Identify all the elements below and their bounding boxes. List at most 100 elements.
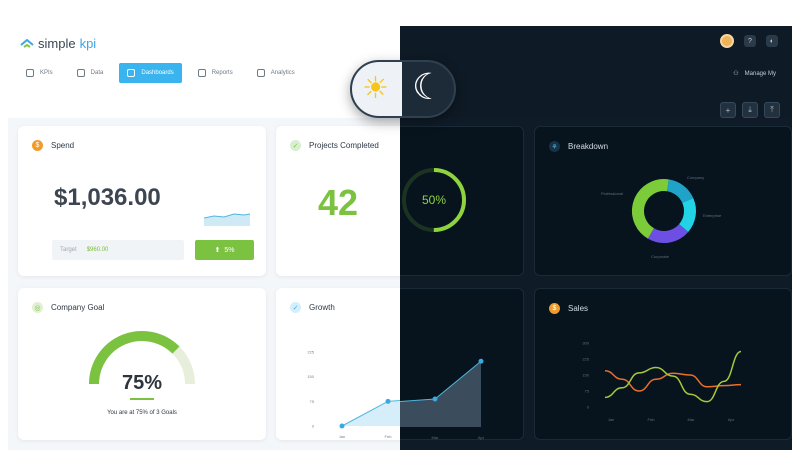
nav-label: KPIs — [40, 70, 53, 76]
goal-title: Company Goal — [51, 303, 105, 312]
logo-text-kpi: kpi — [79, 36, 97, 51]
goal-underline — [130, 398, 154, 400]
top-right-tools: ? ◐ — [720, 34, 778, 48]
dollar-icon: $ — [32, 140, 43, 151]
nav-item-analytics[interactable]: Analytics — [249, 63, 303, 83]
nav-item-data[interactable]: Data — [69, 63, 112, 83]
sales-y-tick: 300 — [582, 341, 589, 346]
donut-slice — [666, 179, 694, 204]
manage-label: Manage My — [744, 70, 776, 77]
change-badge: ⬆ 5% — [195, 240, 254, 260]
main-nav: KPIs Data Dashboards Reports Analytics — [18, 63, 303, 83]
projects-value: 42 — [318, 182, 359, 223]
sales-chart: 0 75 150 225 300 Jan Feb Mar Apr — [582, 341, 742, 422]
sales-y-tick: 225 — [582, 357, 589, 362]
top-bar: simple kpi KPIs Data Dashboards Reports A… — [8, 26, 400, 118]
spend-sparkline — [204, 213, 250, 226]
projects-percent: 50% — [422, 193, 446, 207]
help-button[interactable]: ? — [744, 35, 756, 47]
arrow-up-icon: ⬆ — [214, 247, 221, 254]
spend-title: Spend — [51, 141, 75, 150]
nav-label: Data — [90, 70, 104, 76]
sales-series-line — [604, 350, 742, 403]
sales-x-tick: Feb — [648, 417, 656, 422]
nav-item-reports[interactable]: Reports — [190, 63, 241, 83]
breakdown-card[interactable]: ⚘ Breakdown Company Professional Enterpr… — [534, 126, 792, 276]
sales-card[interactable]: $ Sales 0 75 150 225 300 Jan Feb Mar Apr — [534, 288, 792, 440]
growth-point — [385, 398, 391, 404]
projects-card[interactable]: ✓ Projects Completed 42 — [276, 126, 400, 276]
donut-slice — [647, 223, 689, 243]
goal-value: 75% — [121, 372, 163, 394]
light-theme-half: simple kpi KPIs Data Dashboards Reports A… — [0, 0, 400, 450]
label-company: Company — [687, 175, 704, 180]
projects-card-header: ✓ Projects Completed — [290, 140, 379, 151]
label-enterprise: Enterprise — [703, 213, 722, 218]
target-value: $960.00 — [86, 247, 109, 253]
sales-x-tick: Mar — [688, 417, 696, 422]
logo-icon — [20, 38, 34, 48]
add-widget-button[interactable]: + — [720, 102, 736, 118]
growth-chart-dark: 075150225JanFebMarApr — [400, 358, 485, 440]
analytics-icon — [256, 69, 265, 77]
growth-y-tick: 225 — [307, 350, 314, 355]
logo-text-simple: simple — [38, 36, 76, 51]
sun-icon: ☀ — [362, 72, 389, 105]
goal-caption: You are at 75% of 3 Goals — [107, 410, 177, 416]
growth-area — [342, 400, 400, 426]
theme-toggle[interactable]: ☀ ☾ — [350, 60, 456, 118]
dark-theme-half: ? ◐ ⚇ Manage My + ⤓ ⤒ 50% ⚘ Breakdown Co… — [400, 0, 800, 450]
app-window-light: simple kpi KPIs Data Dashboards Reports A… — [8, 26, 400, 450]
growth-x-tick: Feb — [385, 434, 393, 439]
spend-card[interactable]: $ Spend $1,036.00 Target $960.00 ⬆ 5% — [18, 126, 266, 276]
label-corporate: Corporate — [651, 254, 670, 259]
label-professional: Professional — [601, 191, 623, 196]
theme-button[interactable]: ◐ — [766, 35, 778, 47]
spend-value: $1,036.00 — [54, 184, 161, 211]
nav-label: Dashboards — [141, 70, 174, 76]
growth-card-dark[interactable]: 075150225JanFebMarApr — [400, 288, 524, 440]
spend-card-header: $ Spend — [32, 140, 74, 151]
projects-progress-ring: 50% — [402, 168, 466, 232]
growth-point — [339, 423, 345, 429]
growth-y-tick: 75 — [310, 399, 315, 404]
target-field: Target $960.00 — [52, 240, 184, 260]
change-value: 5% — [224, 246, 235, 254]
top-bar-dark: ? ◐ ⚇ Manage My + ⤓ ⤒ — [400, 26, 792, 118]
nav-label: Reports — [211, 70, 233, 76]
growth-point — [478, 358, 484, 364]
user-icon: ⚇ — [733, 71, 739, 77]
sales-x-tick: Apr — [728, 417, 735, 422]
growth-x-tick: Mar — [432, 435, 440, 440]
company-goal-card[interactable]: ◎ Company Goal 75% You are at 75% of 3 G… — [18, 288, 266, 440]
donut-slice — [632, 179, 669, 239]
growth-x-tick: Jan — [339, 434, 345, 439]
check-icon: ✓ — [290, 140, 301, 151]
moon-icon: ☾ — [412, 67, 445, 108]
data-icon — [76, 69, 85, 77]
download-button[interactable]: ⤓ — [742, 102, 758, 118]
nav-item-dashboards[interactable]: Dashboards — [119, 63, 182, 83]
growth-x-tick: Apr — [478, 435, 485, 440]
reports-icon — [197, 69, 206, 77]
share-button[interactable]: ⤒ — [764, 102, 780, 118]
app-window-dark: ? ◐ ⚇ Manage My + ⤓ ⤒ 50% ⚘ Breakdown Co… — [400, 26, 792, 450]
growth-point — [432, 396, 438, 402]
nav-label: Analytics — [270, 70, 295, 76]
growth-card[interactable]: ✓ Growth 075150225JanFebMarApr — [276, 288, 400, 440]
donut-slice — [678, 198, 696, 232]
dashboards-icon — [127, 69, 136, 77]
manage-my-button[interactable]: ⚇ Manage My — [733, 70, 776, 78]
sales-y-tick: 150 — [582, 373, 589, 378]
projects-title: Projects Completed — [309, 141, 379, 150]
screenshot-stage: simple kpi KPIs Data Dashboards Reports A… — [0, 0, 800, 450]
projects-card-dark[interactable]: 50% — [400, 126, 524, 276]
sales-y-tick: 0 — [587, 405, 590, 410]
kpi-icon — [26, 69, 34, 77]
sales-series-line — [604, 369, 742, 392]
nav-item-kpis[interactable]: KPIs — [18, 63, 61, 83]
target-label: Target — [60, 247, 77, 253]
avatar[interactable] — [720, 34, 734, 48]
growth-y-tick: 150 — [307, 374, 314, 379]
sales-x-tick: Jan — [608, 417, 614, 422]
